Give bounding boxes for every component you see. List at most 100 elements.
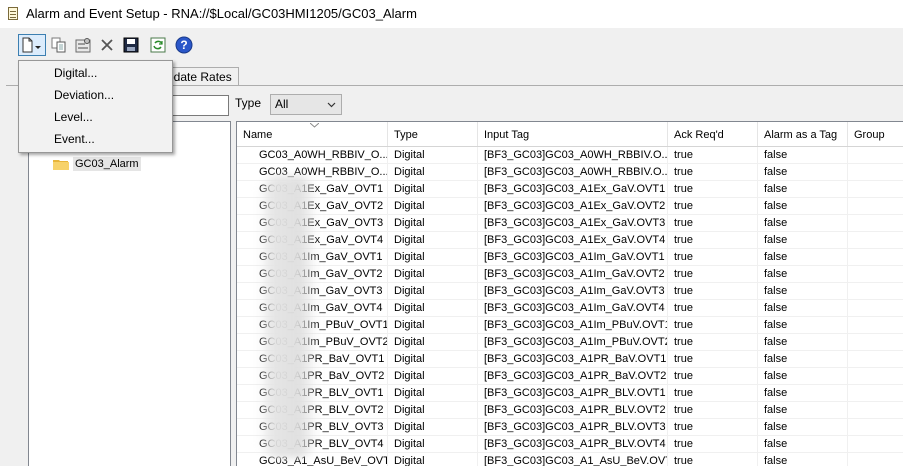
cell-group [848, 334, 903, 350]
properties-button[interactable] [72, 34, 94, 56]
table-row[interactable]: GC03_A1Im_GaV_OVT3 Digital [BF3_GC03]GC03_… [237, 283, 903, 300]
menu-item-level[interactable]: Level... [20, 106, 170, 128]
column-header-ack-reqd[interactable]: Ack Req'd [668, 122, 758, 146]
toolbar: ? [0, 28, 903, 62]
column-header-alarm-as-tag[interactable]: Alarm as a Tag [758, 122, 848, 146]
search-input[interactable] [168, 95, 229, 116]
cell-name: GC03_A1_AsU_BeV_OVT1 [237, 453, 388, 466]
grid-header: Name Type Input Tag Ack Req'd Alarm as a… [237, 122, 903, 147]
cell-type: Digital [388, 164, 478, 180]
table-row[interactable]: GC03_A1Im_GaV_OVT4 Digital [BF3_GC03]GC03_… [237, 300, 903, 317]
cell-group [848, 266, 903, 282]
table-row[interactable]: GC03_A1Im_PBuV_OVT1 Digital [BF3_GC03]GC03… [237, 317, 903, 334]
save-button[interactable] [120, 34, 142, 56]
copy-button[interactable] [48, 34, 70, 56]
cell-group [848, 368, 903, 384]
column-header-input-tag[interactable]: Input Tag [478, 122, 668, 146]
cell-input-tag: [BF3_GC03]GC03_A1_AsU_BeV.OVT1 [478, 453, 668, 466]
tree-node-label: GC03_Alarm [73, 157, 141, 171]
cell-ack-reqd: true [668, 419, 758, 435]
cell-alarm-as-tag: false [758, 232, 848, 248]
cell-input-tag: [BF3_GC03]GC03_A1Im_GaV.OVT3 [478, 283, 668, 299]
cell-type: Digital [388, 317, 478, 333]
cell-ack-reqd: true [668, 402, 758, 418]
title-bar: Alarm and Event Setup - RNA://$Local/GC0… [0, 0, 903, 29]
cell-group [848, 232, 903, 248]
table-row[interactable]: GC03_A1Ex_GaV_OVT1 Digital [BF3_GC03]GC03_… [237, 181, 903, 198]
menu-item-event[interactable]: Event... [20, 128, 170, 150]
cell-alarm-as-tag: false [758, 249, 848, 265]
table-row[interactable]: GC03_A0WH_RBBIV_O... Digital [BF3_GC03]GC0… [237, 147, 903, 164]
cell-input-tag: [BF3_GC03]GC03_A1Ex_GaV.OVT2 [478, 198, 668, 214]
cell-type: Digital [388, 181, 478, 197]
redaction-blur [258, 176, 318, 458]
table-row[interactable]: GC03_A1Im_GaV_OVT1 Digital [BF3_GC03]GC03_… [237, 249, 903, 266]
tree-node-gc03-alarm[interactable]: GC03_Alarm [53, 156, 141, 172]
cell-ack-reqd: true [668, 198, 758, 214]
menu-item-deviation[interactable]: Deviation... [20, 84, 170, 106]
cell-ack-reqd: true [668, 436, 758, 452]
cell-input-tag: [BF3_GC03]GC03_A1Im_PBuV.OVT1 [478, 317, 668, 333]
cell-alarm-as-tag: false [758, 436, 848, 452]
cell-input-tag: [BF3_GC03]GC03_A1Ex_GaV.OVT3 [478, 215, 668, 231]
cell-type: Digital [388, 402, 478, 418]
refresh-button[interactable] [147, 34, 169, 56]
table-row[interactable]: GC03_A1PR_BLV_OVT3 Digital [BF3_GC03]GC03_… [237, 419, 903, 436]
cell-group [848, 147, 903, 163]
table-row[interactable]: GC03_A1_AsU_BeV_OVT1 Digital [BF3_GC03]GC0… [237, 453, 903, 466]
cell-group [848, 436, 903, 452]
new-dropdown-button[interactable] [18, 34, 46, 56]
save-icon [123, 37, 139, 53]
copy-icon [51, 37, 66, 53]
table-row[interactable]: GC03_A1PR_BLV_OVT4 Digital [BF3_GC03]GC03_… [237, 436, 903, 453]
cell-input-tag: [BF3_GC03]GC03_A0WH_RBBIV.O... [478, 147, 668, 163]
table-row[interactable]: GC03_A1PR_BaV_OVT2 Digital [BF3_GC03]GC03_… [237, 368, 903, 385]
cell-alarm-as-tag: false [758, 317, 848, 333]
cell-ack-reqd: true [668, 334, 758, 350]
help-button[interactable]: ? [173, 34, 195, 56]
table-row[interactable]: GC03_A1PR_BLV_OVT2 Digital [BF3_GC03]GC03_… [237, 402, 903, 419]
table-row[interactable]: GC03_A1PR_BLV_OVT1 Digital [BF3_GC03]GC03_… [237, 385, 903, 402]
window-title: Alarm and Event Setup - RNA://$Local/GC0… [26, 6, 417, 21]
cell-input-tag: [BF3_GC03]GC03_A1PR_BaV.OVT1 [478, 351, 668, 367]
cell-input-tag: [BF3_GC03]GC03_A1Im_GaV.OVT2 [478, 266, 668, 282]
column-header-type[interactable]: Type [388, 122, 478, 146]
cell-alarm-as-tag: false [758, 215, 848, 231]
table-row[interactable]: GC03_A1Im_GaV_OVT2 Digital [BF3_GC03]GC03_… [237, 266, 903, 283]
type-label: Type [235, 96, 262, 110]
cell-input-tag: [BF3_GC03]GC03_A1PR_BaV.OVT2 [478, 368, 668, 384]
cell-type: Digital [388, 351, 478, 367]
cell-type: Digital [388, 453, 478, 466]
cell-group [848, 453, 903, 466]
cell-input-tag: [BF3_GC03]GC03_A1PR_BLV.OVT3 [478, 419, 668, 435]
cell-group [848, 351, 903, 367]
folder-icon [53, 160, 69, 170]
table-row[interactable]: GC03_A1Ex_GaV_OVT4 Digital [BF3_GC03]GC03_… [237, 232, 903, 249]
table-row[interactable]: GC03_A1Ex_GaV_OVT2 Digital [BF3_GC03]GC03_… [237, 198, 903, 215]
cell-ack-reqd: true [668, 215, 758, 231]
table-row[interactable]: GC03_A1PR_BaV_OVT1 Digital [BF3_GC03]GC03_… [237, 351, 903, 368]
table-row[interactable]: GC03_A1Ex_GaV_OVT3 Digital [BF3_GC03]GC03_… [237, 215, 903, 232]
cell-input-tag: [BF3_GC03]GC03_A1Im_GaV.OVT4 [478, 300, 668, 316]
type-select[interactable]: All [270, 94, 342, 115]
cell-group [848, 419, 903, 435]
column-header-group[interactable]: Group [848, 122, 903, 146]
app-icon [8, 7, 18, 20]
new-document-icon [22, 37, 41, 53]
cell-type: Digital [388, 419, 478, 435]
cell-group [848, 198, 903, 214]
cell-alarm-as-tag: false [758, 351, 848, 367]
cell-group [848, 300, 903, 316]
cell-type: Digital [388, 232, 478, 248]
table-row[interactable]: GC03_A0WH_RBBIV_O... Digital [BF3_GC03]GC0… [237, 164, 903, 181]
alarm-grid: Name Type Input Tag Ack Req'd Alarm as a… [236, 121, 903, 466]
cell-group [848, 402, 903, 418]
cell-alarm-as-tag: false [758, 164, 848, 180]
delete-button[interactable] [96, 34, 118, 56]
cell-group [848, 249, 903, 265]
cell-ack-reqd: true [668, 351, 758, 367]
cell-ack-reqd: true [668, 283, 758, 299]
menu-item-digital[interactable]: Digital... [20, 62, 170, 84]
table-row[interactable]: GC03_A1Im_PBuV_OVT2 Digital [BF3_GC03]GC03… [237, 334, 903, 351]
cell-type: Digital [388, 368, 478, 384]
